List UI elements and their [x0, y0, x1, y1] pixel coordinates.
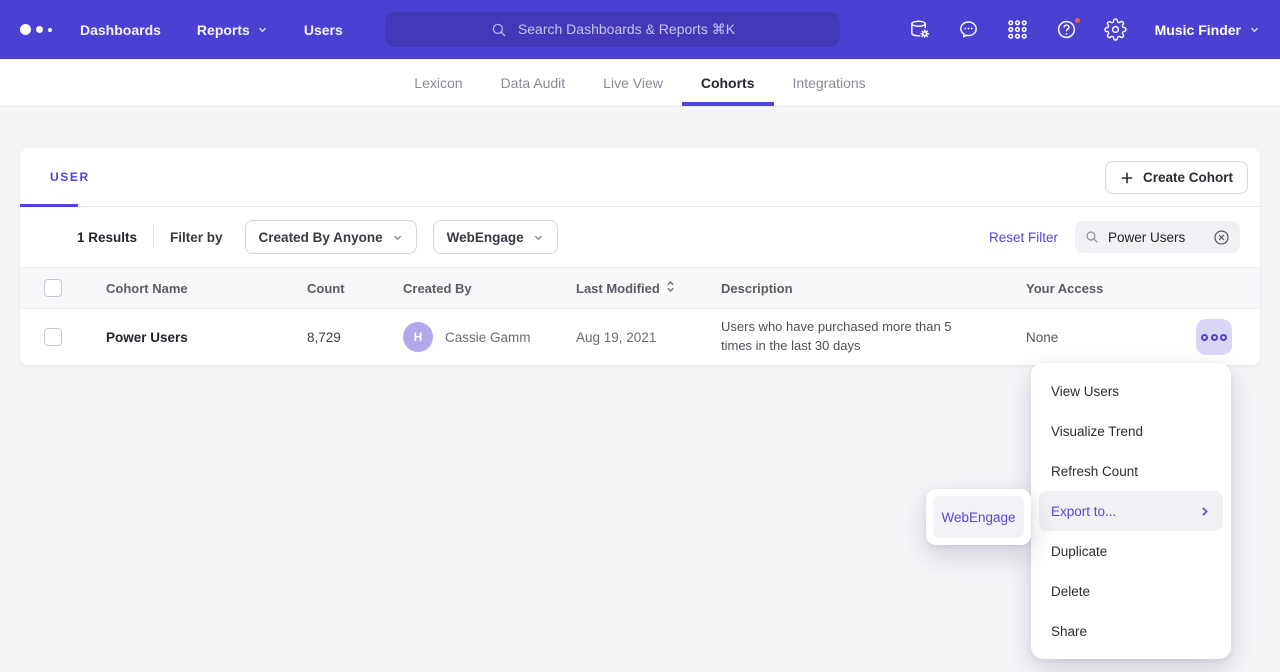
- clear-search-icon[interactable]: [1212, 228, 1231, 247]
- cohort-search-box: [1075, 221, 1240, 253]
- tab-user-cohorts[interactable]: USER: [50, 170, 90, 184]
- global-search-placeholder: Search Dashboards & Reports ⌘K: [518, 21, 735, 38]
- row-context-menu: View Users Visualize Trend Refresh Count…: [1031, 363, 1231, 659]
- column-header-last-modified[interactable]: Last Modified: [576, 280, 721, 296]
- divider: [153, 226, 154, 248]
- nav-reports[interactable]: Reports: [197, 22, 268, 38]
- tab-live-view[interactable]: Live View: [584, 59, 682, 106]
- project-switcher[interactable]: Music Finder: [1155, 22, 1260, 38]
- search-icon: [490, 21, 508, 39]
- chevron-right-icon: [1198, 505, 1211, 518]
- help-icon[interactable]: [1055, 18, 1079, 42]
- integration-filter-dropdown[interactable]: WebEngage: [433, 220, 558, 254]
- results-count: 1 Results: [77, 230, 137, 245]
- nav-reports-label: Reports: [197, 22, 250, 38]
- reset-filter-link[interactable]: Reset Filter: [989, 230, 1058, 245]
- filter-by-label: Filter by: [170, 230, 223, 245]
- created-by-filter-dropdown[interactable]: Created By Anyone: [245, 220, 417, 254]
- avatar: H: [403, 322, 433, 352]
- created-by-cell: H Cassie Gamm: [403, 322, 576, 352]
- tab-data-audit[interactable]: Data Audit: [482, 59, 585, 106]
- row-checkbox[interactable]: [44, 328, 62, 346]
- menu-item-delete[interactable]: Delete: [1039, 571, 1223, 611]
- tab-cohorts[interactable]: Cohorts: [682, 59, 774, 106]
- chevron-down-icon: [392, 232, 403, 243]
- column-header-count: Count: [307, 281, 403, 296]
- select-all-checkbox[interactable]: [44, 279, 62, 297]
- column-header-your-access: Your Access: [1026, 281, 1260, 296]
- search-icon: [1084, 229, 1100, 245]
- creator-name: Cassie Gamm: [445, 330, 531, 345]
- data-governance-icon[interactable]: [908, 18, 932, 42]
- menu-item-share[interactable]: Share: [1039, 611, 1223, 651]
- menu-item-duplicate[interactable]: Duplicate: [1039, 531, 1223, 571]
- nav-dashboards[interactable]: Dashboards: [80, 22, 161, 38]
- active-tab-underline: [20, 204, 78, 207]
- column-header-created-by: Created By: [403, 281, 576, 296]
- access-value: None: [1026, 330, 1058, 345]
- notification-dot: [1073, 16, 1082, 25]
- mixpanel-logo-icon[interactable]: [20, 24, 52, 35]
- cohort-table-row[interactable]: Power Users 8,729 H Cassie Gamm Aug 19, …: [20, 309, 1260, 365]
- plus-icon: [1120, 171, 1134, 185]
- your-access-cell: None: [1026, 319, 1260, 355]
- column-header-description: Description: [721, 281, 1026, 296]
- chevron-down-icon: [1249, 24, 1260, 35]
- last-modified-cell: Aug 19, 2021: [576, 330, 721, 345]
- submenu-item-webengage[interactable]: WebEngage: [933, 496, 1024, 538]
- column-header-cohort-name: Cohort Name: [106, 281, 307, 296]
- chevron-down-icon: [257, 24, 268, 35]
- menu-item-view-users[interactable]: View Users: [1039, 371, 1223, 411]
- tab-integrations[interactable]: Integrations: [774, 59, 885, 106]
- nav-users-label: Users: [304, 22, 343, 38]
- cohort-name-cell: Power Users: [106, 330, 307, 345]
- cohort-count-cell: 8,729: [307, 330, 403, 345]
- primary-nav: Dashboards Reports Users: [80, 22, 343, 38]
- feedback-icon[interactable]: [957, 18, 981, 42]
- cohort-search-input[interactable]: [1108, 230, 1204, 245]
- create-cohort-button[interactable]: Create Cohort: [1105, 161, 1248, 194]
- project-name: Music Finder: [1155, 22, 1241, 38]
- menu-item-export-to[interactable]: Export to...: [1039, 491, 1223, 531]
- chevron-down-icon: [533, 232, 544, 243]
- filter-toolbar: 1 Results Filter by Created By Anyone We…: [20, 207, 1260, 267]
- topbar-actions: Music Finder: [908, 0, 1260, 59]
- description-cell: Users who have purchased more than 5 tim…: [721, 318, 1026, 356]
- nav-users[interactable]: Users: [304, 22, 343, 38]
- settings-tab-bar: Lexicon Data Audit Live View Cohorts Int…: [0, 59, 1280, 107]
- global-search-input[interactable]: Search Dashboards & Reports ⌘K: [385, 12, 840, 47]
- cohorts-panel: USER Create Cohort 1 Results Filter by C…: [20, 148, 1260, 365]
- nav-dashboards-label: Dashboards: [80, 22, 161, 38]
- menu-item-visualize-trend[interactable]: Visualize Trend: [1039, 411, 1223, 451]
- table-header-row: Cohort Name Count Created By Last Modifi…: [20, 267, 1260, 309]
- sort-icon: [666, 280, 675, 296]
- tab-lexicon[interactable]: Lexicon: [395, 59, 481, 106]
- settings-gear-icon[interactable]: [1104, 18, 1128, 42]
- export-submenu: WebEngage: [926, 489, 1031, 545]
- menu-item-refresh-count[interactable]: Refresh Count: [1039, 451, 1223, 491]
- more-options-button[interactable]: [1196, 319, 1232, 355]
- apps-grid-icon[interactable]: [1006, 18, 1030, 42]
- top-navigation-bar: Dashboards Reports Users Search Dashboar…: [0, 0, 1280, 59]
- cohort-type-tabs: USER Create Cohort: [20, 148, 1260, 207]
